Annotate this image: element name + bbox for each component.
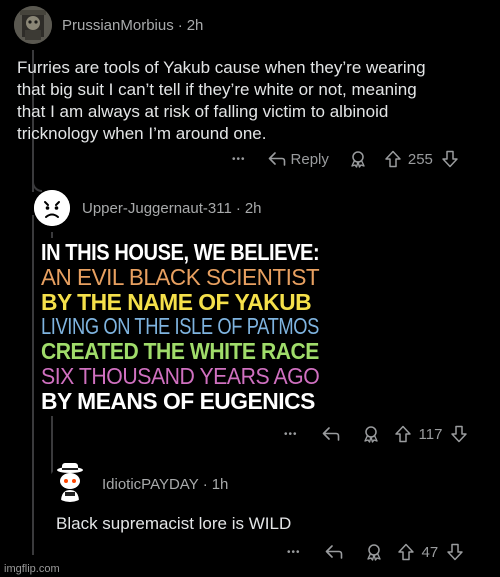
award-button[interactable] <box>349 150 367 168</box>
meme-line-7: BY MEANS OF EUGENICS <box>41 387 315 414</box>
comment-1-header: PrussianMorbius · 2h <box>62 17 203 34</box>
comment-1-actions: ••• Reply 255 <box>232 149 459 169</box>
separator-dot: · <box>177 17 183 34</box>
comment-3-body: Black supremacist lore is WILD <box>56 514 292 533</box>
username-upper-juggernaut-311[interactable]: Upper-Juggernaut-311 <box>82 200 232 217</box>
vote-count: 255 <box>407 150 433 168</box>
comment-1-line-1: Furries are tools of Yakub cause when th… <box>17 58 426 77</box>
meme-line-5: CREATED THE WHITE RACE <box>41 338 319 365</box>
comment-1-line-2: that big suit I can’t tell if they’re wh… <box>17 80 417 99</box>
comment-2-actions: ••• 117 <box>284 424 468 444</box>
meme-line-6: SIX THOUSAND YEARS AGO <box>41 362 320 389</box>
upvote-button[interactable] <box>394 425 412 443</box>
upvote-button[interactable] <box>397 543 415 561</box>
reply-icon <box>325 545 342 559</box>
reply-icon <box>322 427 339 441</box>
meme-line-2: AN EVIL BLACK SCIENTIST <box>41 263 320 290</box>
avatar-image <box>50 462 90 502</box>
more-options-button[interactable]: ••• <box>232 154 246 165</box>
avatar-idioticpayday[interactable] <box>50 462 90 502</box>
username-prussianmorbius[interactable]: PrussianMorbius <box>62 17 174 34</box>
username-idioticpayday[interactable]: IdioticPAYDAY <box>102 476 199 493</box>
award-icon <box>363 426 378 443</box>
upvote-icon <box>397 543 414 561</box>
reply-button[interactable] <box>325 545 343 559</box>
avatar-upper-juggernaut-311[interactable] <box>34 190 70 226</box>
comment-3-actions: ••• 47 <box>287 542 464 562</box>
comment-time: 2h <box>186 17 204 34</box>
reply-button[interactable]: Reply <box>268 151 329 168</box>
upvote-button[interactable] <box>384 150 402 168</box>
vote-count: 117 <box>418 425 443 443</box>
upvote-icon <box>394 425 411 443</box>
downvote-icon <box>451 425 468 443</box>
imgflip-watermark: imgflip.com <box>4 563 60 575</box>
comment-1-line-3: that I am always at risk of falling vict… <box>17 102 389 121</box>
avatar-image <box>14 6 52 44</box>
award-icon <box>351 151 365 168</box>
reply-icon <box>268 152 285 166</box>
downvote-icon <box>442 150 458 168</box>
avatar-image <box>34 190 70 226</box>
comment-3-header: IdioticPAYDAY · 1h <box>102 476 228 493</box>
award-button[interactable] <box>365 543 383 561</box>
reply-label: Reply <box>290 150 329 168</box>
downvote-button[interactable] <box>446 543 464 561</box>
reply-button[interactable] <box>322 427 340 441</box>
vote-count: 47 <box>421 543 439 561</box>
separator-dot: · <box>235 200 241 217</box>
comment-time: 1h <box>211 476 229 493</box>
meme-line-3: BY THE NAME OF YAKUB <box>41 288 312 315</box>
downvote-icon <box>447 543 463 561</box>
upvote-icon <box>385 150 401 168</box>
avatar-prussianmorbius[interactable] <box>14 6 52 44</box>
downvote-button[interactable] <box>441 150 459 168</box>
meme-line-4: LIVING ON THE ISLE OF PATMOS <box>41 313 319 340</box>
meme-line-1: IN THIS HOUSE, WE BELIEVE: <box>41 239 320 265</box>
more-options-button[interactable]: ••• <box>287 547 301 558</box>
comment-2-header: Upper-Juggernaut-311 · 2h <box>82 200 262 217</box>
award-button[interactable] <box>362 425 380 443</box>
award-icon <box>366 544 381 561</box>
comment-1-line-4: tricknology when I’m around one. <box>17 124 267 143</box>
more-options-button[interactable]: ••• <box>284 429 298 440</box>
comment-1-body: Furries are tools of Yakub cause when th… <box>17 57 497 145</box>
meme-image[interactable]: IN THIS HOUSE, WE BELIEVE: AN EVIL BLACK… <box>37 238 325 416</box>
downvote-button[interactable] <box>450 425 468 443</box>
separator-dot: · <box>202 476 208 493</box>
thread-line-2 <box>32 215 34 555</box>
comment-time: 2h <box>244 200 262 217</box>
